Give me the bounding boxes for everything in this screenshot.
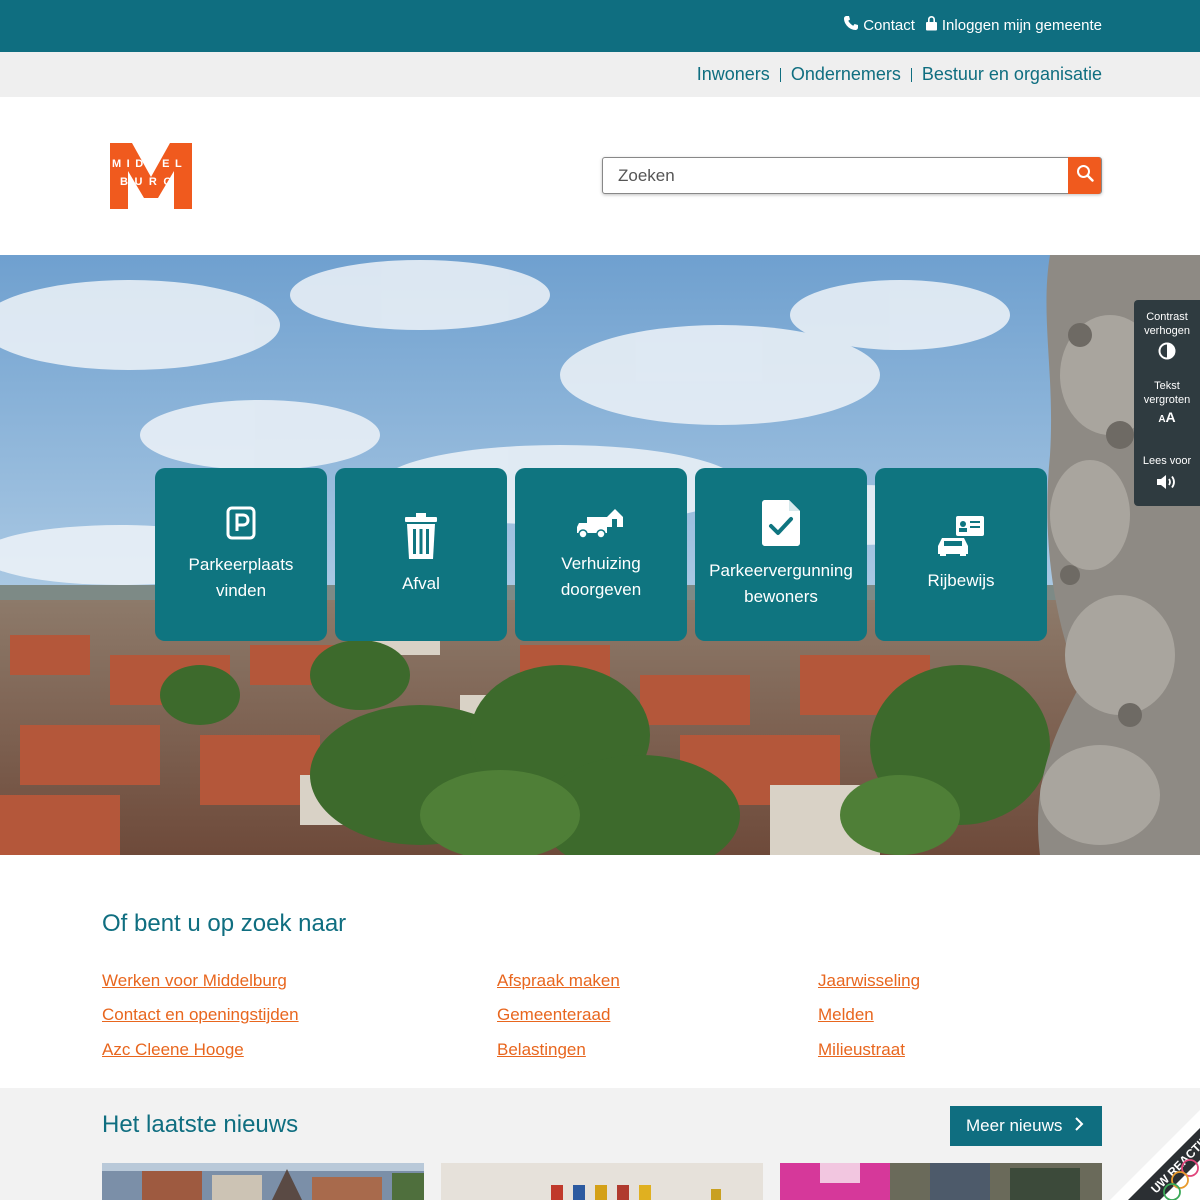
- trash-icon: [404, 512, 438, 567]
- quicklink[interactable]: Milieustraat: [818, 1040, 905, 1060]
- tile-label-line2: bewoners: [744, 586, 818, 606]
- news-card[interactable]: [780, 1163, 1102, 1200]
- tile-label-line1: Rijbewijs: [927, 570, 995, 590]
- news-card[interactable]: [441, 1163, 763, 1200]
- read-aloud-toggle[interactable]: Lees voor: [1134, 454, 1200, 493]
- quicklink[interactable]: Melden: [818, 1005, 874, 1025]
- quicklink[interactable]: Azc Cleene Hooge: [102, 1040, 244, 1060]
- quicklink[interactable]: Jaarwisseling: [818, 971, 920, 991]
- hero-banner: Parkeerplaats vinden Afval Verhuizing do…: [0, 255, 1200, 855]
- site-header: MIDDEL BURG: [0, 97, 1200, 255]
- tile-rijbewijs[interactable]: Rijbewijs: [875, 468, 1047, 641]
- text-size-label-line1: Tekst: [1154, 380, 1180, 392]
- nav-item-ondernemers[interactable]: Ondernemers: [791, 64, 901, 85]
- search-input[interactable]: [603, 158, 1070, 193]
- contrast-toggle[interactable]: Contrast verhogen: [1134, 310, 1200, 363]
- quicklink[interactable]: Gemeenteraad: [497, 1005, 610, 1025]
- speaker-icon: [1134, 474, 1200, 493]
- logo-line-middel: MIDDEL: [112, 158, 187, 170]
- quicklink[interactable]: Contact en openingstijden: [102, 1005, 299, 1025]
- middelburg-logo[interactable]: MIDDEL BURG: [110, 143, 192, 209]
- text-size-toggle[interactable]: Tekst vergroten AA: [1134, 379, 1200, 425]
- accessibility-panel: Contrast verhogen Tekst vergroten AA Lee…: [1134, 300, 1200, 506]
- news-section: Het laatste nieuws Meer nieuws: [0, 1088, 1200, 1200]
- contrast-label-line1: Contrast: [1146, 311, 1188, 323]
- login-link[interactable]: Inloggen mijn gemeente: [925, 15, 1102, 35]
- document-check-icon: [762, 499, 800, 554]
- main-nav: Inwoners Ondernemers Bestuur en organisa…: [0, 52, 1200, 97]
- parking-icon: [226, 506, 256, 548]
- news-card[interactable]: [102, 1163, 424, 1200]
- phone-icon: [843, 15, 859, 35]
- contrast-icon: [1134, 342, 1200, 363]
- nav-divider: [910, 67, 912, 82]
- contact-link[interactable]: Contact: [843, 15, 915, 35]
- tile-parkeervergunning[interactable]: Parkeervergunning bewoners: [695, 468, 867, 641]
- read-aloud-label: Lees voor: [1142, 455, 1192, 467]
- nav-divider: [779, 67, 781, 82]
- tile-label-line1: Verhuizing: [561, 553, 641, 573]
- quicklink[interactable]: Afspraak maken: [497, 971, 620, 991]
- moving-truck-icon: [577, 507, 625, 547]
- login-label: Inloggen mijn gemeente: [941, 16, 1102, 34]
- tile-label-line1: Parkeervergunning: [709, 560, 853, 580]
- quicklinks-section: Of bent u op zoek naar Werken voor Midde…: [0, 855, 1200, 1088]
- text-size-icon: AA: [1158, 409, 1176, 425]
- tile-label-line1: Parkeerplaats: [188, 554, 294, 574]
- feedback-ribbon[interactable]: UW REACTIE: [1110, 1110, 1200, 1200]
- drivers-license-icon: [938, 515, 984, 564]
- news-card-image: [780, 1163, 1102, 1200]
- logo-line-burg: BURG: [120, 176, 178, 188]
- news-card-image: [102, 1163, 424, 1200]
- quick-tiles: Parkeerplaats vinden Afval Verhuizing do…: [155, 468, 1047, 641]
- tile-label-line2: vinden: [215, 580, 267, 600]
- nav-item-bestuur[interactable]: Bestuur en organisatie: [922, 64, 1102, 85]
- search-button[interactable]: [1068, 157, 1101, 194]
- more-news-label: Meer nieuws: [966, 1116, 1063, 1135]
- top-links: Contact Inloggen mijn gemeente: [843, 15, 1102, 35]
- search-icon: [1076, 164, 1094, 187]
- quicklink[interactable]: Werken voor Middelburg: [102, 971, 287, 991]
- news-card-image: [441, 1163, 763, 1200]
- quicklinks-heading: Of bent u op zoek naar: [102, 910, 347, 937]
- tile-afval[interactable]: Afval: [335, 468, 507, 641]
- nav-item-inwoners[interactable]: Inwoners: [697, 64, 770, 85]
- tile-parkeerplaats[interactable]: Parkeerplaats vinden: [155, 468, 327, 641]
- tile-verhuizing[interactable]: Verhuizing doorgeven: [515, 468, 687, 641]
- contrast-label-line2: verhogen: [1144, 325, 1190, 337]
- more-news-button[interactable]: Meer nieuws: [950, 1106, 1102, 1146]
- text-size-label-line2: vergroten: [1143, 394, 1191, 406]
- quicklink[interactable]: Belastingen: [497, 1040, 586, 1060]
- top-bar: Contact Inloggen mijn gemeente: [0, 0, 1200, 52]
- lock-icon: [925, 15, 938, 35]
- chevron-right-icon: [1074, 1116, 1084, 1136]
- search-box: [602, 157, 1102, 194]
- tile-label-line1: Afval: [402, 573, 440, 593]
- contact-label: Contact: [863, 16, 915, 34]
- news-heading: Het laatste nieuws: [102, 1111, 299, 1138]
- tile-label-line2: doorgeven: [560, 579, 642, 599]
